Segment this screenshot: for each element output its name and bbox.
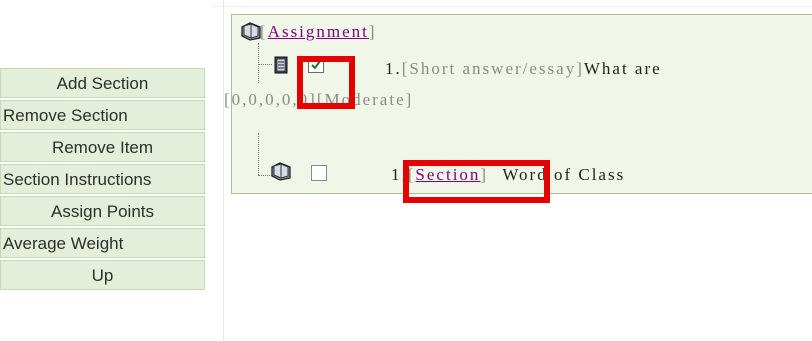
average-weight-button[interactable]: Average Weight	[0, 228, 205, 258]
checkbox-highlight	[297, 56, 355, 109]
document-icon	[272, 55, 290, 80]
section-instructions-button[interactable]: Section Instructions	[0, 164, 205, 194]
item-question-text[interactable]: What are	[584, 59, 662, 78]
left-button-panel: Add Section Remove Section Remove Item S…	[0, 0, 212, 341]
remove-item-button[interactable]: Remove Item	[0, 132, 205, 162]
tree-connector	[258, 43, 259, 83]
section-folder-icon	[270, 161, 292, 186]
section-checkbox[interactable]	[311, 165, 327, 181]
item-number: 1.	[385, 59, 402, 78]
panel-divider	[223, 0, 224, 341]
section-link-highlight	[403, 160, 550, 203]
add-section-button[interactable]: Add Section	[0, 68, 205, 98]
assignment-link[interactable]: Assignment	[268, 22, 369, 41]
tree-connector	[258, 64, 272, 65]
remove-section-button[interactable]: Remove Section	[0, 100, 205, 130]
up-button[interactable]: Up	[0, 260, 205, 290]
tree-connector	[258, 133, 259, 175]
assign-points-button[interactable]: Assign Points	[0, 196, 205, 226]
item-type: [Short answer/essay]	[401, 59, 584, 78]
